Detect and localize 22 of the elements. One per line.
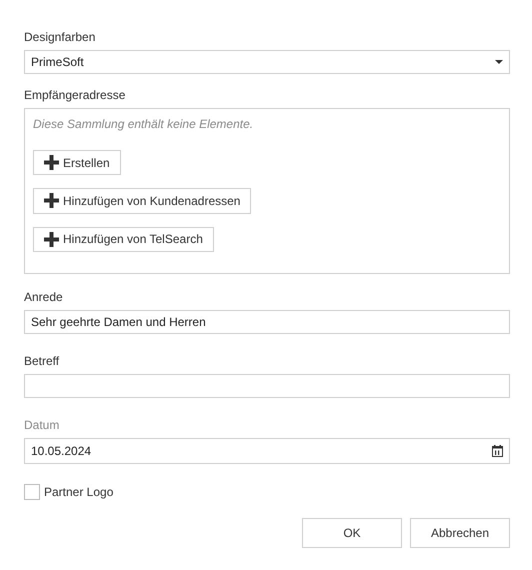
field-label: Empfängeradresse [24, 88, 126, 102]
field-label: Betreff [24, 354, 60, 368]
calendar-icon[interactable] [492, 445, 503, 457]
dialog-button[interactable]: OK [302, 518, 402, 548]
plus-icon [44, 232, 59, 247]
dropdown[interactable]: PrimeSoft [24, 50, 510, 74]
field-label: Anrede [24, 290, 63, 304]
input-field[interactable] [24, 374, 510, 398]
dialog-button[interactable]: Abbrechen [410, 518, 510, 548]
field-label: Designfarben [24, 30, 96, 44]
field-label: Datum [24, 418, 60, 432]
checkbox[interactable] [24, 484, 40, 500]
add-button[interactable]: Hinzufügen von Kundenadressen [33, 188, 252, 214]
plus-icon [44, 193, 59, 208]
add-button[interactable]: Erstellen [33, 150, 121, 176]
empty-message: Diese Sammlung enthält keine Elemente. [33, 117, 254, 131]
checkbox-label: Partner Logo [44, 485, 114, 499]
add-button[interactable]: Hinzufügen von TelSearch [33, 226, 214, 252]
date-field[interactable]: 10.05.2024 [24, 438, 510, 464]
plus-icon [44, 155, 59, 170]
dropdown-caret-icon [495, 60, 503, 64]
input-field[interactable]: Sehr geehrte Damen und Herren [24, 310, 510, 334]
